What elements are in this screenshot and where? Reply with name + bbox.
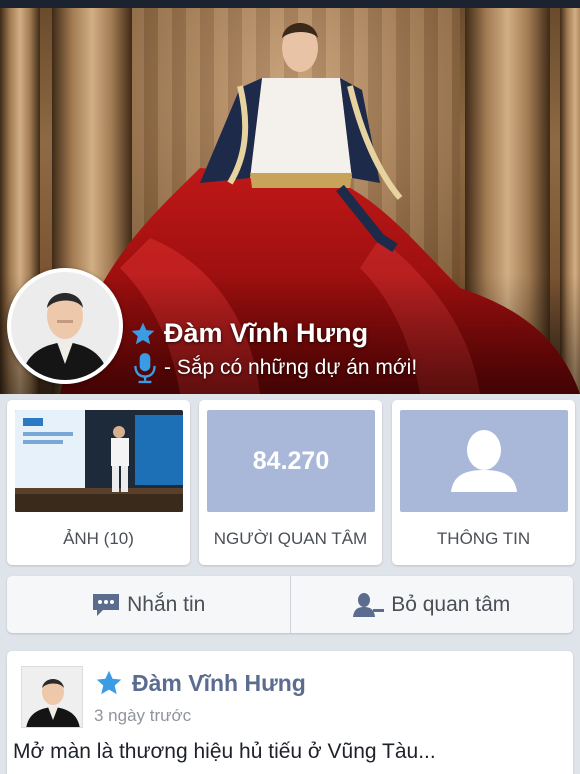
star-icon [131, 322, 155, 344]
info-label: THÔNG TIN [436, 529, 531, 548]
unfollow-button-label: Bỏ quan tâm [391, 592, 511, 616]
chat-bubble-icon [93, 593, 120, 616]
profile-status-row: - Sắp có những dự án mới! [132, 352, 417, 384]
person-silhouette-icon [451, 430, 517, 492]
avatar-image [11, 272, 119, 380]
photos-label: ẢNH (10) [63, 529, 134, 548]
star-icon [96, 670, 122, 695]
post-author-row: Đàm Vĩnh Hưng [95, 669, 306, 697]
post-author-name[interactable]: Đàm Vĩnh Hưng [132, 670, 306, 697]
followers-count: 84.270 [252, 447, 330, 475]
followers-tile: 84.270 [207, 410, 375, 512]
profile-cards: ẢNH (10) 84.270 NGƯỜI QUAN TÂM THÔNG TIN [7, 400, 575, 565]
profile-avatar[interactable] [7, 268, 123, 384]
microphone-icon [134, 353, 156, 384]
info-tile [400, 410, 568, 512]
profile-name-row: Đàm Vĩnh Hưng [130, 318, 368, 349]
followers-label: NGƯỜI QUAN TÂM [213, 529, 368, 548]
unfollow-button[interactable]: Bỏ quan tâm [289, 576, 574, 633]
message-button[interactable]: Nhắn tin [7, 576, 290, 633]
person-minus-icon [353, 592, 385, 617]
action-bar: Nhắn tin Bỏ quan tâm [7, 576, 573, 633]
followers-card[interactable]: 84.270 NGƯỜI QUAN TÂM [199, 400, 382, 565]
post-timestamp[interactable]: 3 ngày trước [94, 706, 191, 726]
profile-name[interactable]: Đàm Vĩnh Hưng [164, 318, 368, 349]
post-text[interactable]: Mở màn là thương hiệu hủ tiếu ở Vũng Tàu… [13, 740, 436, 764]
status-bar [0, 0, 580, 8]
news-feed-post: Đàm Vĩnh Hưng 3 ngày trước Mở màn là thư… [7, 651, 573, 774]
profile-status-text: - Sắp có những dự án mới! [164, 356, 418, 379]
photos-thumbnail [15, 410, 183, 512]
info-card[interactable]: THÔNG TIN [392, 400, 575, 565]
message-button-label: Nhắn tin [127, 592, 206, 616]
photos-card[interactable]: ẢNH (10) [7, 400, 190, 565]
post-author-avatar[interactable] [21, 666, 83, 728]
